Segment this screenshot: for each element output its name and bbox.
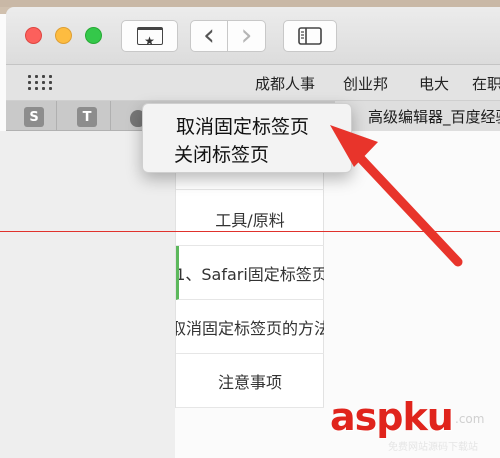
pinned-tab-letter: S [29,109,39,125]
grid-icon[interactable] [28,75,52,91]
chevron-right-icon: › [240,18,253,53]
pinned-tab[interactable]: S [24,107,44,127]
sidebar-icon [298,27,322,45]
back-button[interactable]: ‹ [190,20,228,52]
toc-item-label: 取消固定标签页的方法 [176,318,324,338]
tab-divider [110,101,111,131]
annotation-line [0,231,500,232]
favorite-link[interactable]: 成都人事 [255,73,315,94]
bookmarks-icon: ★ [136,27,163,48]
minimize-window-button[interactable] [55,27,72,44]
show-bookmarks-button[interactable]: ★ [121,20,178,52]
forward-button[interactable]: › [228,20,266,52]
favorite-link[interactable]: 在职 [472,73,500,94]
tab-context-menu: 取消固定标签页 关闭标签页 [142,103,352,173]
watermark-subtitle: 免费网站源码下载站 [388,442,478,453]
close-window-button[interactable] [25,27,42,44]
tab-divider [56,101,57,131]
page-left-margin [0,131,175,458]
active-tab-title: 高级编辑器_百度经验 [368,108,500,126]
toc-item-label: 注意事项 [217,372,282,392]
star-icon: ★ [144,34,155,48]
favorite-link[interactable]: 创业邦 [343,73,388,94]
desktop-background [0,0,500,7]
chevron-left-icon: ‹ [203,18,215,53]
unpin-tab-menu-item[interactable]: 取消固定标签页 [176,112,309,139]
show-sidebar-button[interactable] [283,20,337,52]
watermark-logo: aspku [330,395,454,439]
toc-item-label: 1、Safari固定标签页 [176,264,324,284]
toc-item[interactable]: 工具/原料 [176,192,324,246]
zoom-window-button[interactable] [85,27,102,44]
toc-item-active[interactable]: 1、Safari固定标签页 [176,246,324,300]
toc-item[interactable]: 注意事项 [176,354,324,408]
pinned-tab-letter: T [82,109,92,125]
toc-item-label: 工具/原料 [215,210,285,230]
favorite-link[interactable]: 电大 [419,73,449,94]
toc-item[interactable]: 取消固定标签页的方法 [176,300,324,354]
watermark-tld: .com [455,412,485,426]
close-tab-menu-item[interactable]: 关闭标签页 [174,140,269,167]
pinned-tab[interactable]: T [77,107,97,127]
